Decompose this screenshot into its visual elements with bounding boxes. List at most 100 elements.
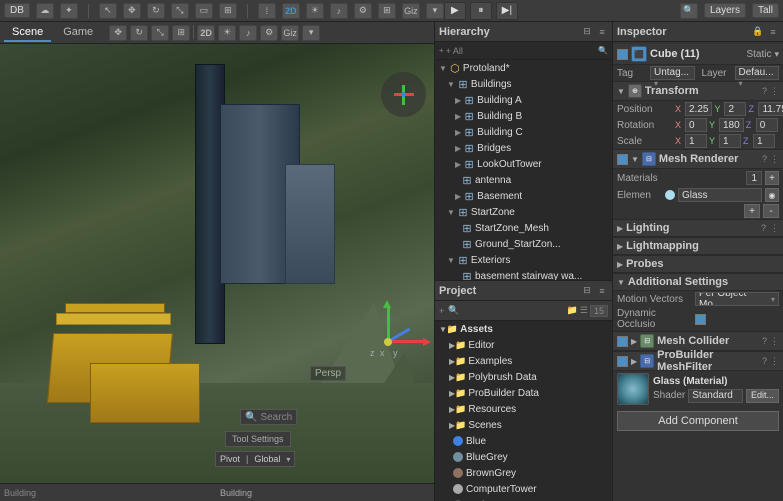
element-value[interactable]: Glass: [678, 188, 762, 202]
2d-toggle[interactable]: 2D: [282, 3, 300, 19]
scale-x-field[interactable]: 1: [685, 134, 707, 148]
pivot-label[interactable]: Pivot: [220, 454, 240, 464]
scene-toolbar-icon4[interactable]: ⊞: [172, 25, 190, 41]
project-item-polybrush[interactable]: ▶ 📁 Polybrush Data: [435, 369, 612, 385]
motion-value[interactable]: Per Object Mo... ▾: [695, 292, 779, 306]
scene-audio[interactable]: ♪: [239, 25, 257, 41]
hierarchy-item-startzone-mesh[interactable]: ⊞ StartZone_Mesh: [435, 220, 612, 236]
settings-icon[interactable]: ✦: [60, 3, 78, 19]
rot-z-field[interactable]: 0: [756, 118, 778, 132]
hierarchy-item-bridges[interactable]: ▶ ⊞ Bridges: [435, 140, 612, 156]
gizmos-icon[interactable]: Giz: [402, 3, 420, 19]
scene-more[interactable]: ▾: [302, 25, 320, 41]
mesh-collider-checkbox[interactable]: [617, 336, 628, 347]
project-lock-icon[interactable]: ⊟: [581, 285, 593, 297]
project-add-icon[interactable]: +: [439, 306, 444, 316]
scene-toolbar-icon1[interactable]: ✥: [109, 25, 127, 41]
mesh-renderer-more[interactable]: ⋮: [770, 154, 779, 165]
scene-2d[interactable]: 2D: [197, 25, 215, 41]
add-component-button[interactable]: Add Component: [617, 411, 779, 431]
hierarchy-item-protoland[interactable]: ▼ ⬡ Protoland*: [435, 60, 612, 76]
hierarchy-item-antenna[interactable]: ⊞ antenna: [435, 172, 612, 188]
light-icon[interactable]: ☀: [306, 3, 324, 19]
rotate-icon[interactable]: ↻: [147, 3, 165, 19]
probuilder-info[interactable]: ?: [762, 356, 767, 366]
move-gizmo[interactable]: x y z: [355, 293, 425, 363]
static-dropdown[interactable]: ▾: [774, 49, 779, 60]
tab-game[interactable]: Game: [55, 24, 101, 42]
search-icon-top[interactable]: 🔍: [680, 3, 698, 19]
scene-gizmos[interactable]: Giz: [281, 25, 299, 41]
probes-header[interactable]: ▶ Probes: [613, 255, 783, 273]
scene-view[interactable]: x y z Persp 🔍 Search: [0, 44, 434, 483]
pause-button[interactable]: ⏸: [470, 2, 492, 20]
mesh-renderer-header[interactable]: ▼ ⊟ Mesh Renderer ? ⋮: [613, 149, 783, 169]
materials-count[interactable]: 1: [746, 171, 762, 185]
hierarchy-item-lookout[interactable]: ▶ ⊞ LookOutTower: [435, 156, 612, 172]
mat-add-btn[interactable]: +: [744, 204, 760, 218]
probuilder-checkbox[interactable]: [617, 356, 628, 367]
scale-y-field[interactable]: 1: [719, 134, 741, 148]
cursor-icon[interactable]: ↖: [99, 3, 117, 19]
lighting-header[interactable]: ▶ Lighting ? ⋮: [613, 219, 783, 237]
step-button[interactable]: ▶|: [496, 2, 518, 20]
pos-y-field[interactable]: 2: [724, 102, 746, 116]
project-item-computertower[interactable]: ComputerTower: [435, 481, 612, 497]
pos-x-field[interactable]: 2.25: [685, 102, 712, 116]
inspector-lock-icon[interactable]: 🔒: [752, 26, 764, 38]
inspector-more-icon[interactable]: ≡: [767, 26, 779, 38]
lighting-info[interactable]: ?: [761, 223, 766, 234]
hierarchy-item-exteriors[interactable]: ▼ ⊞ Exteriors: [435, 252, 612, 268]
play-button[interactable]: ▶: [444, 2, 466, 20]
mesh-collider-info[interactable]: ?: [762, 336, 767, 346]
project-more-icon[interactable]: ≡: [596, 285, 608, 297]
project-item-probuilder[interactable]: ▶ 📁 ProBuilder Data: [435, 385, 612, 401]
move-icon[interactable]: ✥: [123, 3, 141, 19]
scene-toolbar-icon3[interactable]: ⤡: [151, 25, 169, 41]
rect-icon[interactable]: ▭: [195, 3, 213, 19]
layer-value[interactable]: Defau... ▾: [735, 66, 780, 80]
project-list-icon[interactable]: ☰: [580, 305, 588, 316]
fx-icon[interactable]: ⚙: [354, 3, 372, 19]
hierarchy-item-buildings[interactable]: ▼ ⊞ Buildings: [435, 76, 612, 92]
rot-x-field[interactable]: 0: [685, 118, 707, 132]
materials-plus-btn[interactable]: +: [765, 171, 779, 185]
scale-z-field[interactable]: 1: [753, 134, 775, 148]
mesh-collider-header[interactable]: ▶ ⊟ Mesh Collider ? ⋮: [613, 331, 783, 351]
layers-button[interactable]: Layers: [704, 3, 746, 18]
project-item-browngrey[interactable]: BrownGrey: [435, 465, 612, 481]
more-icon[interactable]: ▾: [426, 3, 444, 19]
tag-value[interactable]: Untag... ▾: [650, 66, 695, 80]
scale-icon[interactable]: ⤡: [171, 3, 189, 19]
element-select-btn[interactable]: ◉: [765, 188, 779, 202]
hierarchy-search-icon[interactable]: 🔍: [598, 46, 608, 55]
scene-toolbar-icon2[interactable]: ↻: [130, 25, 148, 41]
lighting-more[interactable]: ⋮: [770, 223, 779, 234]
transform-info-icon[interactable]: ?: [762, 86, 767, 96]
hierarchy-item-ground-starzone[interactable]: ⊞ Ground_StartZon...: [435, 236, 612, 252]
probuilder-more[interactable]: ⋮: [770, 356, 779, 367]
mesh-renderer-info[interactable]: ?: [762, 154, 767, 164]
hierarchy-list[interactable]: ▼ ⬡ Protoland* ▼ ⊞ Buildings ▶ ⊞ Buildin…: [435, 60, 612, 280]
project-item-scenes[interactable]: ▶ 📁 Scenes: [435, 417, 612, 433]
project-item-examples[interactable]: ▶ 📁 Examples: [435, 353, 612, 369]
hierarchy-item-buildingC[interactable]: ▶ ⊞ Building C: [435, 124, 612, 140]
shader-edit-btn[interactable]: Edit...: [746, 389, 779, 403]
mesh-collider-more[interactable]: ⋮: [770, 336, 779, 347]
project-search-icon[interactable]: 🔍: [448, 305, 459, 316]
additional-settings-header[interactable]: ▼ Additional Settings: [613, 273, 783, 291]
transform-icon[interactable]: ⊞: [219, 3, 237, 19]
orientation-gizmo[interactable]: [381, 72, 426, 117]
project-item-resources[interactable]: ▶ 📁 Resources: [435, 401, 612, 417]
rot-y-field[interactable]: 180: [719, 118, 744, 132]
shader-value[interactable]: Standard: [688, 389, 743, 403]
hierarchy-item-buildingA[interactable]: ▶ ⊞ Building A: [435, 92, 612, 108]
project-item-darkgrey[interactable]: DarkGrey: [435, 497, 612, 501]
hierarchy-item-startzone[interactable]: ▼ ⊞ StartZone: [435, 204, 612, 220]
dynamic-checkbox[interactable]: [695, 314, 706, 325]
global-label[interactable]: Global: [254, 454, 280, 464]
transform-header[interactable]: ▼ ⊕ Transform ? ⋮: [613, 81, 783, 101]
scene-light[interactable]: ☀: [218, 25, 236, 41]
hierarchy-item-basement-stairway[interactable]: ⊞ basement stairway wa...: [435, 268, 612, 280]
object-enabled-checkbox[interactable]: [617, 49, 628, 60]
